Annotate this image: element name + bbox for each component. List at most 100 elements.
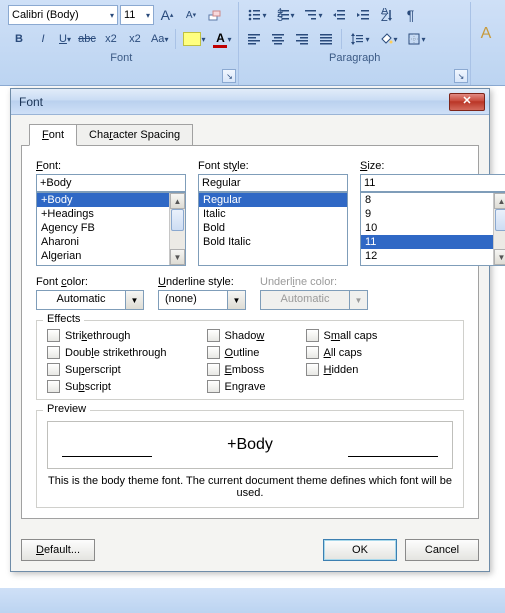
- grow-font-button[interactable]: A▴: [156, 4, 178, 26]
- list-item[interactable]: 10: [361, 221, 493, 235]
- close-button[interactable]: ✕: [449, 93, 485, 111]
- size-input[interactable]: [360, 174, 505, 192]
- font-style-listbox[interactable]: Regular Italic Bold Bold Italic: [198, 192, 348, 266]
- font-color-button[interactable]: A▾: [210, 28, 234, 50]
- multilevel-list-button[interactable]: ▾: [300, 4, 326, 26]
- shading-button[interactable]: ▾: [375, 28, 401, 50]
- preview-fieldset: Preview +Body This is the body theme fon…: [36, 410, 464, 508]
- align-right-button[interactable]: [291, 28, 313, 50]
- align-center-button[interactable]: [267, 28, 289, 50]
- align-left-button[interactable]: [243, 28, 265, 50]
- superscript-button[interactable]: x2: [124, 28, 146, 50]
- align-right-icon: [294, 31, 310, 47]
- font-style-input[interactable]: [198, 174, 348, 192]
- line-spacing-icon: [349, 31, 365, 47]
- close-icon: ✕: [462, 95, 471, 107]
- list-item[interactable]: 8: [361, 193, 493, 207]
- list-item[interactable]: Italic: [199, 207, 347, 221]
- borders-icon: [406, 31, 422, 47]
- increase-indent-button[interactable]: [352, 4, 374, 26]
- checkbox-emboss[interactable]: Emboss: [207, 363, 266, 376]
- group-label-paragraph: Paragraph: [243, 50, 466, 66]
- checkbox-all-caps[interactable]: All caps: [306, 346, 378, 359]
- cancel-button[interactable]: Cancel: [405, 539, 479, 561]
- checkbox-strikethrough[interactable]: Strikethrough: [47, 329, 167, 342]
- tab-font[interactable]: Font: [29, 124, 77, 146]
- list-item[interactable]: Bold: [199, 221, 347, 235]
- underline-style-combo[interactable]: (none) ▼: [158, 290, 246, 310]
- decrease-indent-button[interactable]: [328, 4, 350, 26]
- scroll-thumb[interactable]: [171, 209, 184, 231]
- bold-button[interactable]: B: [8, 28, 30, 50]
- checkbox-outline[interactable]: Outline: [207, 346, 266, 359]
- show-marks-button[interactable]: ¶: [400, 4, 422, 26]
- font-size-combo[interactable]: 11 ▾: [120, 5, 154, 25]
- font-name-combo[interactable]: Calibri (Body) ▾: [8, 5, 118, 25]
- preview-hint: This is the body theme font. The current…: [47, 475, 453, 499]
- titlebar[interactable]: Font ✕: [11, 89, 489, 115]
- list-item[interactable]: +Headings: [37, 207, 169, 221]
- scroll-up-button[interactable]: ▲: [494, 193, 505, 209]
- ok-button[interactable]: OK: [323, 539, 397, 561]
- font-input[interactable]: [36, 174, 186, 192]
- list-item[interactable]: Bold Italic: [199, 235, 347, 249]
- underline-button[interactable]: U▾: [56, 28, 74, 50]
- numbering-icon: 123: [275, 7, 291, 23]
- sort-button[interactable]: AZ: [376, 4, 398, 26]
- size-listbox[interactable]: 8 9 10 11 12 ▲ ▼: [360, 192, 505, 266]
- shrink-font-button[interactable]: A▾: [180, 4, 202, 26]
- scrollbar[interactable]: ▲ ▼: [169, 193, 185, 265]
- default-button[interactable]: Default...: [21, 539, 95, 561]
- subscript-button[interactable]: x2: [100, 28, 122, 50]
- font-listbox[interactable]: +Body +Headings Agency FB Aharoni Algeri…: [36, 192, 186, 266]
- clear-formatting-button[interactable]: [204, 4, 226, 26]
- checkbox-small-caps[interactable]: Small caps: [306, 329, 378, 342]
- dialog-button-row: Default... OK Cancel: [11, 529, 489, 571]
- list-item[interactable]: Agency FB: [37, 221, 169, 235]
- scroll-thumb[interactable]: [495, 209, 505, 231]
- checkbox-shadow[interactable]: Shadow: [207, 329, 266, 342]
- checkbox-icon: [306, 363, 319, 376]
- scroll-up-button[interactable]: ▲: [170, 193, 185, 209]
- change-case-button[interactable]: Aa▾: [148, 28, 171, 50]
- list-item[interactable]: 11: [361, 235, 493, 249]
- list-item[interactable]: 9: [361, 207, 493, 221]
- tab-bar: Font Character Spacing: [29, 123, 479, 145]
- scroll-down-button[interactable]: ▼: [494, 249, 505, 265]
- font-color-combo[interactable]: Automatic ▼: [36, 290, 144, 310]
- list-item[interactable]: 12: [361, 249, 493, 263]
- checkbox-icon: [207, 346, 220, 359]
- checkbox-hidden[interactable]: Hidden: [306, 363, 378, 376]
- underline-style-value: (none): [158, 290, 228, 310]
- effects-legend: Effects: [43, 313, 84, 325]
- italic-button[interactable]: I: [32, 28, 54, 50]
- font-dialog-launcher[interactable]: ↘: [222, 69, 236, 83]
- list-item[interactable]: Regular: [199, 193, 347, 207]
- line-spacing-button[interactable]: ▾: [346, 28, 372, 50]
- list-item[interactable]: Aharoni: [37, 235, 169, 249]
- list-item[interactable]: +Body: [37, 193, 169, 207]
- multilevel-icon: [303, 7, 319, 23]
- checkbox-double-strikethrough[interactable]: Double strikethrough: [47, 346, 167, 359]
- bullets-button[interactable]: ▾: [243, 4, 269, 26]
- borders-button[interactable]: ▾: [403, 28, 429, 50]
- checkbox-icon: [306, 346, 319, 359]
- checkbox-icon: [207, 363, 220, 376]
- styles-partial-button[interactable]: A: [475, 4, 497, 64]
- list-item[interactable]: Algerian: [37, 249, 169, 263]
- paragraph-dialog-launcher[interactable]: ↘: [454, 69, 468, 83]
- chevron-down-icon: ▼: [350, 290, 368, 310]
- checkbox-engrave[interactable]: Engrave: [207, 380, 266, 393]
- justify-button[interactable]: [315, 28, 337, 50]
- chevron-down-icon: ▾: [67, 35, 71, 44]
- tab-character-spacing[interactable]: Character Spacing: [76, 124, 193, 146]
- group-label-font: Font: [8, 50, 234, 66]
- checkbox-subscript[interactable]: Subscript: [47, 380, 167, 393]
- scrollbar[interactable]: ▲ ▼: [493, 193, 505, 265]
- checkbox-icon: [207, 380, 220, 393]
- numbering-button[interactable]: 123▾: [272, 4, 298, 26]
- strikethrough-button[interactable]: abc: [76, 28, 98, 50]
- scroll-down-button[interactable]: ▼: [170, 249, 185, 265]
- highlight-button[interactable]: ▾: [180, 28, 208, 50]
- checkbox-superscript[interactable]: Superscript: [47, 363, 167, 376]
